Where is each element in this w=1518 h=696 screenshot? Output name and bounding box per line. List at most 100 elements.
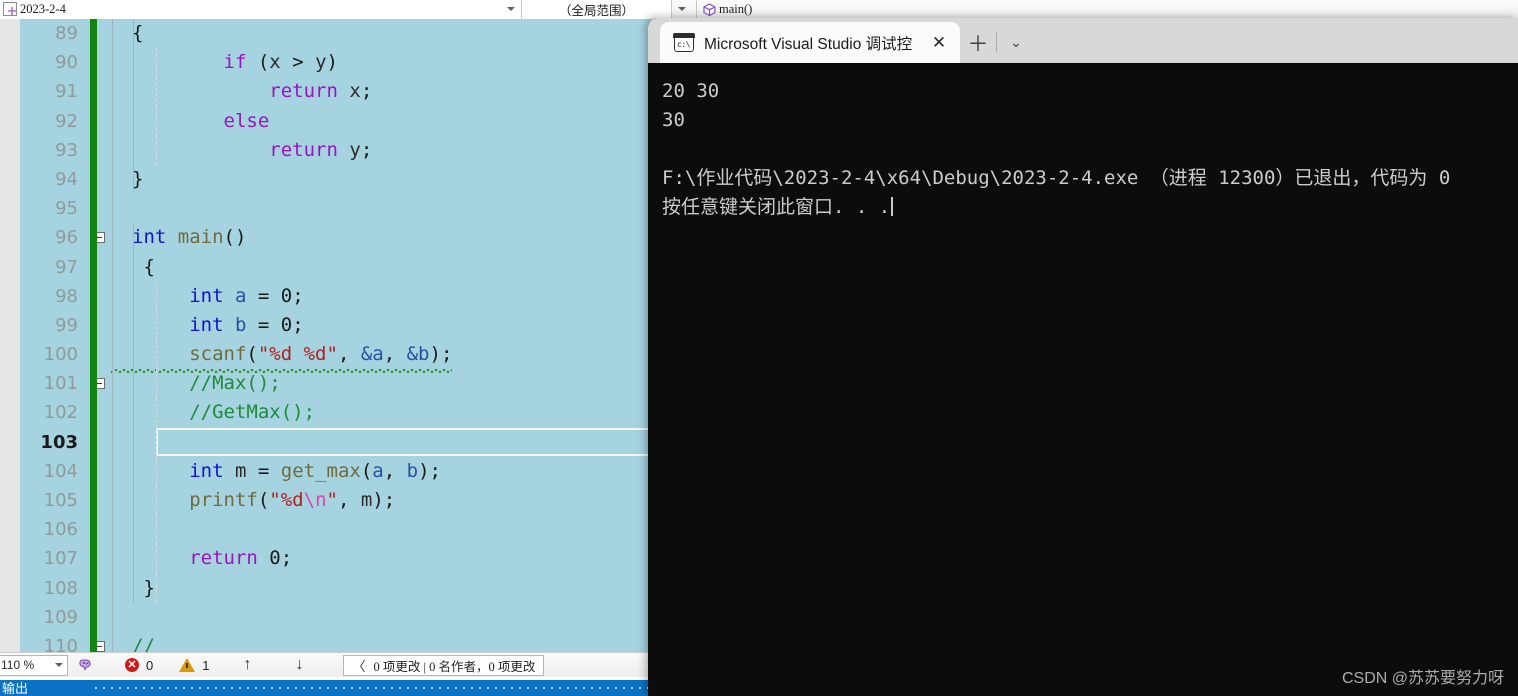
fold-margin-rule bbox=[112, 19, 113, 652]
line-number: 89 bbox=[55, 23, 78, 44]
line-number: 99 bbox=[55, 314, 78, 336]
indent-guide bbox=[156, 281, 157, 311]
line-number: 91 bbox=[55, 81, 78, 103]
code-token: m bbox=[360, 489, 373, 511]
code-token: ; bbox=[429, 459, 441, 482]
code-token: y bbox=[349, 138, 361, 161]
error-count: 0 bbox=[146, 657, 154, 673]
brace-guide bbox=[133, 486, 134, 516]
error-indicator[interactable]: ✕ 0 bbox=[125, 658, 153, 673]
line-number: 90 bbox=[55, 52, 78, 74]
change-marker-bar bbox=[90, 19, 97, 652]
code-token: ; bbox=[440, 343, 453, 366]
code-token: 0 bbox=[280, 284, 293, 307]
brace-guide bbox=[133, 48, 134, 78]
indent-guide bbox=[156, 48, 157, 78]
code-token: ; bbox=[360, 80, 373, 103]
code-token: ; bbox=[292, 313, 304, 336]
brace-guide bbox=[133, 456, 134, 486]
code-token: scanf bbox=[189, 343, 247, 366]
terminal-output[interactable]: 20 30 30 F:\作业代码\2023-2-4\x64\Debug\2023-2… bbox=[648, 63, 1518, 696]
code-token: \n bbox=[303, 489, 327, 511]
brace-guide bbox=[133, 544, 134, 574]
chevron-down-icon[interactable] bbox=[55, 663, 63, 667]
code-token: return bbox=[269, 80, 338, 103]
code-token: b bbox=[406, 459, 419, 482]
indent-guide bbox=[156, 310, 157, 341]
warning-triangle-icon bbox=[179, 658, 196, 672]
intellicode-brain-icon[interactable] bbox=[78, 657, 95, 674]
code-token: , bbox=[383, 343, 407, 366]
code-token: ) bbox=[418, 459, 430, 482]
brace-guide bbox=[133, 427, 134, 457]
chevron-down-icon[interactable]: ⌄ bbox=[997, 22, 1035, 63]
indent-guide bbox=[156, 106, 157, 136]
brace-guide bbox=[133, 310, 134, 341]
code-token: { bbox=[132, 255, 155, 278]
indent-guide bbox=[156, 369, 157, 399]
brace-guide bbox=[133, 77, 134, 107]
code-token: ( bbox=[246, 343, 258, 366]
code-token: y bbox=[315, 51, 327, 74]
code-token: get_max bbox=[280, 459, 361, 482]
brace-guide bbox=[133, 369, 134, 399]
code-token: m bbox=[234, 459, 247, 482]
code-token: &b bbox=[406, 343, 430, 366]
arrow-down-icon[interactable]: ↓ bbox=[295, 656, 303, 674]
line-number: 98 bbox=[55, 285, 78, 307]
line-number: 92 bbox=[55, 110, 78, 132]
code-token: return bbox=[269, 138, 338, 161]
indent-guide bbox=[156, 135, 157, 165]
scope-selector-combo[interactable]: （全局范围） bbox=[522, 0, 672, 19]
terminal-tab[interactable]: Microsoft Visual Studio 调试控 ✕ bbox=[660, 22, 960, 63]
zoom-level-combo[interactable]: 110 % bbox=[0, 654, 68, 676]
close-x-icon[interactable]: ✕ bbox=[926, 30, 952, 56]
editor-left-margin bbox=[0, 19, 20, 652]
line-number: 102 bbox=[43, 402, 78, 424]
chevron-down-icon[interactable] bbox=[507, 7, 515, 11]
brace-guide bbox=[133, 106, 134, 136]
scope-selector-label: （全局范围） bbox=[558, 3, 634, 18]
indent-guide bbox=[156, 456, 157, 486]
code-token: ( bbox=[246, 51, 270, 74]
chevron-down-icon[interactable] bbox=[678, 7, 686, 11]
line-number: 110 bbox=[43, 635, 78, 652]
source-control-status[interactable]: 〈 0 项更改 | 0 名作者，0 项更改 bbox=[343, 654, 545, 676]
member-selector-label: main() bbox=[719, 1, 753, 16]
code-token: int bbox=[189, 459, 224, 482]
code-token: int bbox=[189, 313, 224, 336]
line-number: 103 bbox=[40, 431, 78, 453]
line-number: 101 bbox=[43, 373, 78, 395]
brace-guide bbox=[133, 573, 134, 603]
project-selector-label: 2023-2-4 bbox=[20, 1, 66, 16]
brace-guide bbox=[133, 164, 134, 195]
windows-terminal-window[interactable]: Microsoft Visual Studio 调试控 ✕ ＋ ⌄ 20 30 3… bbox=[648, 18, 1518, 696]
code-token: ; bbox=[292, 284, 304, 307]
indent-guide bbox=[156, 77, 157, 107]
code-token: ( bbox=[257, 489, 270, 511]
code-token: = bbox=[246, 459, 281, 482]
code-token: ) bbox=[326, 51, 338, 74]
warning-indicator[interactable]: 1 bbox=[179, 658, 209, 673]
code-token: > bbox=[280, 51, 316, 74]
arrow-up-icon[interactable]: ↑ bbox=[243, 656, 251, 674]
project-selector-combo[interactable]: 2023-2-4 bbox=[0, 0, 522, 19]
code-token: , bbox=[383, 459, 407, 482]
code-token: 0 bbox=[280, 313, 293, 336]
brace-guide bbox=[133, 252, 134, 282]
plus-icon[interactable]: ＋ bbox=[960, 22, 996, 63]
code-token: ; bbox=[280, 547, 293, 570]
terminal-tab-title: Microsoft Visual Studio 调试控 bbox=[704, 35, 913, 53]
line-number: 93 bbox=[55, 139, 78, 161]
member-selector-combo[interactable]: main() bbox=[672, 0, 1518, 19]
line-number: 105 bbox=[43, 490, 78, 511]
